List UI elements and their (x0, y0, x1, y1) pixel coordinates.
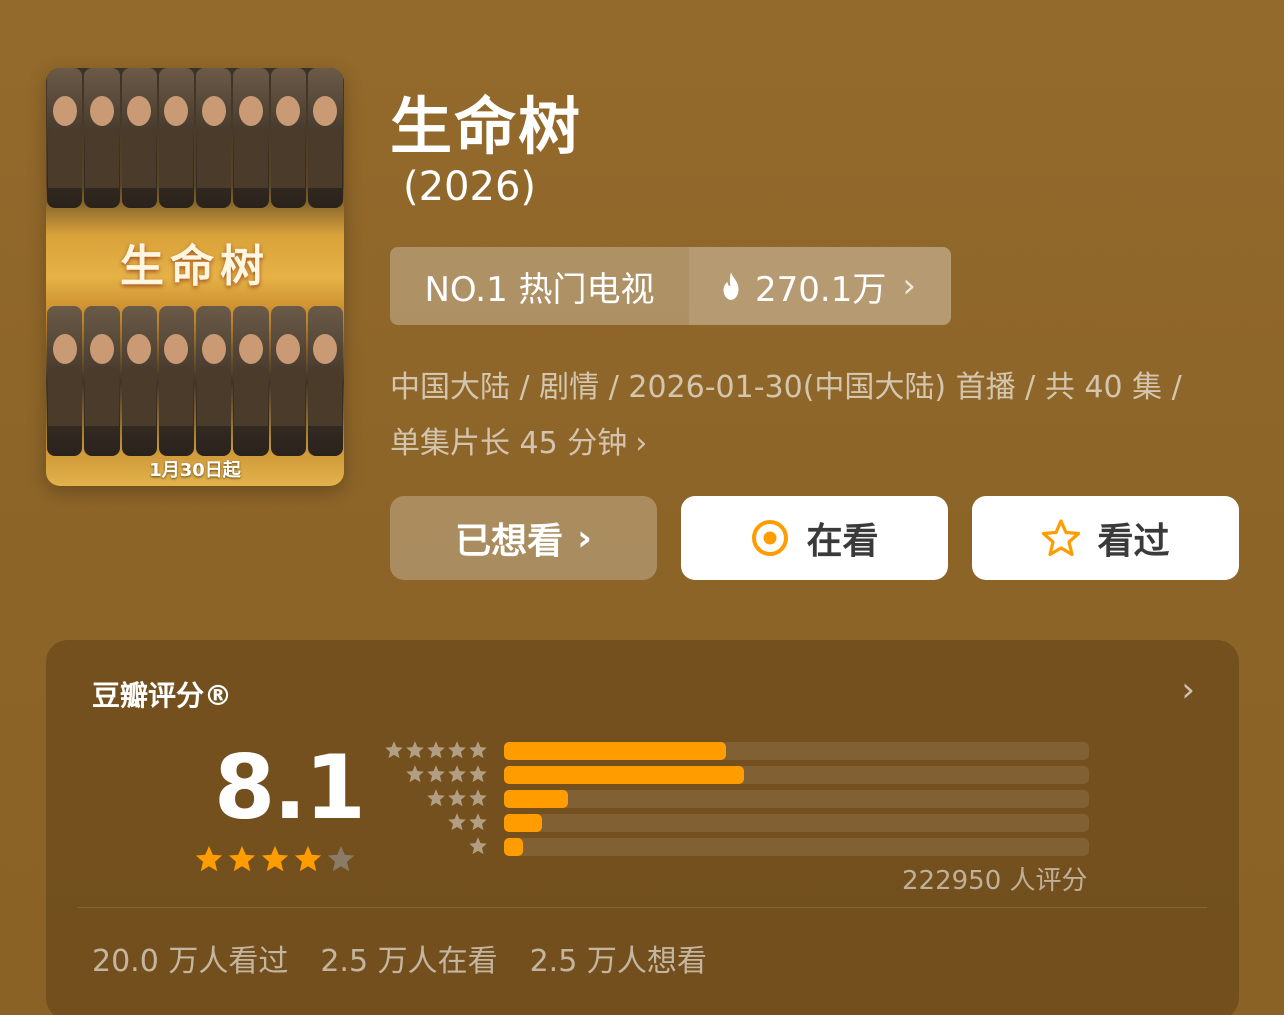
poster-title-art: 生命树 (120, 241, 270, 292)
star-small-icon (448, 813, 466, 831)
show-meta[interactable]: 中国大陆 / 剧情 / 2026-01-30(中国大陆) 首播 / 共 40 集… (390, 360, 1260, 472)
meta-duration: 单集片长 45 分钟 (390, 426, 628, 461)
watching-label: 在看 (806, 521, 879, 562)
rating-score: 8.1 (214, 736, 366, 839)
target-icon (752, 520, 789, 556)
poster-cast-top (46, 68, 344, 208)
distribution-row (376, 740, 1091, 760)
star-small-icon (469, 837, 487, 855)
watched-button[interactable]: 看过 (972, 496, 1239, 580)
distribution-bar-fill (504, 742, 727, 760)
distribution-bar-track (504, 766, 1089, 784)
star-small-icon (469, 789, 487, 807)
heat-link[interactable]: 270.1万 › (689, 247, 951, 325)
star-filled-icon (195, 845, 223, 872)
watched-count: 20.0 万人看过 (92, 944, 289, 979)
meta-line-1: 中国大陆 / 剧情 / 2026-01-30(中国大陆) 首播 / 共 40 集… (390, 370, 1182, 405)
distribution-bar-track (504, 742, 1089, 760)
distribution-bar-fill (504, 790, 569, 808)
want-to-watch-button[interactable]: 已想看 › (390, 496, 657, 580)
meta-line-2: 单集片长 45 分钟 › (390, 416, 1260, 472)
chevron-right-icon: › (902, 266, 916, 306)
rating-count: 222950 人评分 (902, 866, 1088, 896)
want-count: 2.5 万人想看 (529, 944, 707, 979)
star-outline-icon (1042, 519, 1081, 557)
distribution-row (376, 764, 1091, 784)
star-small-icon (448, 765, 466, 783)
chevron-right-icon[interactable]: › (1181, 670, 1195, 710)
distribution-bar-track (504, 838, 1089, 856)
distribution-row (376, 836, 1091, 856)
release-year: (2026) (403, 164, 537, 210)
flame-icon (723, 272, 739, 300)
star-small-icon (448, 789, 466, 807)
star-filled-icon (261, 845, 289, 872)
star-small-icon (469, 765, 487, 783)
watch-stats: 20.0 万人看过 2.5 万人在看 2.5 万人想看 (92, 936, 739, 980)
distribution-bar-track (504, 814, 1089, 832)
star-small-icon (427, 789, 445, 807)
chevron-right-icon: › (635, 426, 648, 461)
distribution-bar-track (504, 790, 1089, 808)
rating-title: 豆瓣评分® (92, 679, 233, 712)
rank-label: NO.1 热门电视 (390, 247, 689, 325)
star-small-icon (406, 765, 424, 783)
distribution-row (376, 788, 1091, 808)
distribution-bar-fill (504, 814, 543, 832)
poster-cast-bottom (46, 306, 344, 456)
star-small-icon (469, 813, 487, 831)
divider (78, 907, 1207, 908)
rank-badge[interactable]: NO.1 热门电视 270.1万 › (390, 247, 951, 325)
star-small-icon (427, 741, 445, 759)
heat-value: 270.1万 (755, 269, 887, 310)
page-title: 生命树 (390, 90, 583, 163)
distribution-stars (404, 764, 488, 784)
want-label: 已想看 (455, 521, 564, 562)
star-filled-icon (228, 845, 256, 872)
star-small-icon (427, 765, 445, 783)
distribution-bar-fill (504, 766, 744, 784)
distribution-row (376, 812, 1091, 832)
star-small-icon (406, 741, 424, 759)
distribution-stars (383, 740, 488, 760)
poster-date-text: 1月30日起 (149, 460, 241, 481)
distribution-stars (446, 812, 488, 832)
star-small-icon (469, 741, 487, 759)
watermark (1110, 966, 1250, 1000)
star-empty-icon (327, 845, 355, 872)
chevron-right-icon: › (577, 517, 592, 559)
rating-card[interactable]: 豆瓣评分® › 8.1 222950 人评分 20.0 万人看过 2.5 万人在… (46, 640, 1239, 1015)
watching-count: 2.5 万人在看 (320, 944, 498, 979)
watched-label: 看过 (1097, 521, 1170, 562)
star-filled-icon (294, 845, 322, 872)
watching-button[interactable]: 在看 (681, 496, 948, 580)
star-small-icon (385, 741, 403, 759)
distribution-stars (425, 788, 488, 808)
poster-image[interactable]: 生命树 1月30日起 (46, 68, 344, 486)
distribution-bar-fill (504, 838, 524, 856)
rating-stars (194, 844, 359, 874)
star-small-icon (448, 741, 466, 759)
distribution-stars (467, 836, 488, 856)
